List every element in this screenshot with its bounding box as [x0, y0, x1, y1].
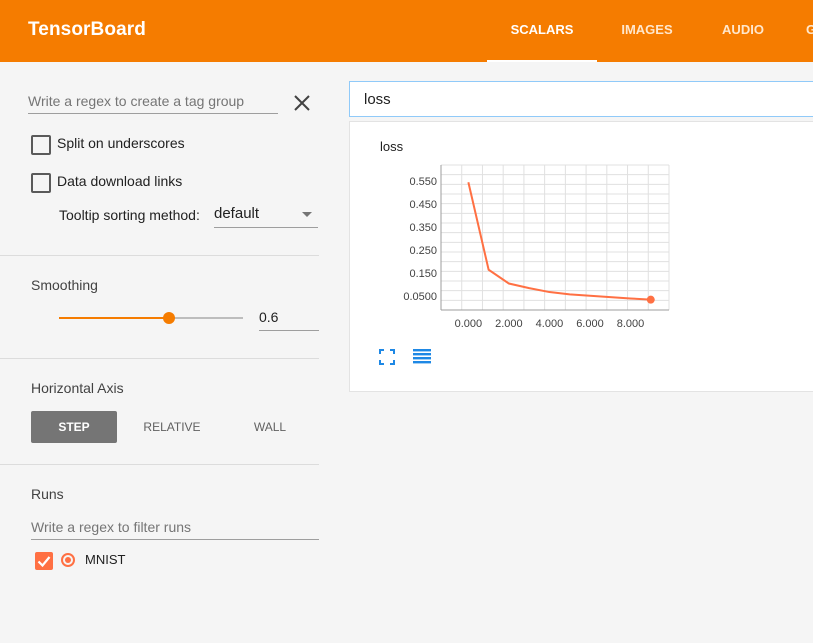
- divider: [0, 358, 319, 359]
- y-tick-label: 0.0500: [403, 291, 437, 303]
- tag-filter-value: loss: [364, 91, 391, 108]
- y-tick-label: 0.550: [409, 176, 437, 188]
- tooltip-sorting-label: Tooltip sorting method:: [59, 207, 200, 223]
- check-icon: [37, 556, 51, 568]
- smoothing-slider-fill: [59, 317, 170, 319]
- scalar-chart-card: loss 0.0500 0.150 0.250 0.350 0.450 0.550 0.00…: [349, 121, 813, 392]
- smoothing-title: Smoothing: [31, 277, 98, 293]
- axis-step-button[interactable]: STEP: [31, 411, 117, 443]
- runs-filter-input[interactable]: [31, 515, 319, 540]
- tab-audio-label: AUDIO: [722, 22, 764, 37]
- tab-scalars[interactable]: SCALARS: [487, 0, 597, 62]
- top-bar: TensorBoard SCALARS IMAGES AUDIO G: [0, 0, 813, 62]
- divider: [0, 464, 319, 465]
- tab-scalars-label: SCALARS: [510, 22, 574, 37]
- run-mnist-label: MNIST: [85, 552, 126, 567]
- tab-graphs[interactable]: G: [806, 0, 813, 62]
- tag-filter-input[interactable]: loss: [349, 81, 813, 117]
- loss-chart: 0.0500 0.150 0.250 0.350 0.450 0.550 0.000 2.00…: [403, 164, 670, 330]
- data-point: [646, 295, 655, 304]
- y-tick-label: 0.150: [409, 268, 437, 280]
- series-line-mnist: [467, 182, 651, 301]
- runs-title: Runs: [31, 486, 64, 502]
- run-mnist-color-radio[interactable]: [61, 553, 75, 567]
- close-icon[interactable]: [292, 93, 312, 113]
- smoothing-slider[interactable]: [59, 312, 243, 324]
- y-tick-label: 0.250: [409, 245, 437, 257]
- smoothing-value: 0.6: [259, 309, 279, 325]
- horizontal-axis-title: Horizontal Axis: [31, 380, 124, 396]
- smoothing-value-input[interactable]: 0.6: [259, 308, 319, 331]
- x-tick-label: 6.000: [576, 318, 604, 330]
- x-tick-label: 8.000: [617, 318, 645, 330]
- chevron-down-icon: [302, 212, 312, 217]
- tab-images-label: IMAGES: [621, 22, 673, 37]
- split-underscores-checkbox[interactable]: [31, 135, 51, 155]
- split-underscores-label: Split on underscores: [57, 135, 185, 151]
- x-tick-label: 4.000: [536, 318, 564, 330]
- fullscreen-icon[interactable]: [379, 349, 395, 365]
- smoothing-slider-thumb[interactable]: [163, 312, 176, 324]
- x-tick-label: 2.000: [495, 318, 523, 330]
- axis-wall-button[interactable]: WALL: [227, 411, 313, 443]
- tooltip-sorting-value: default: [214, 205, 260, 222]
- y-tick-label: 0.450: [409, 199, 437, 211]
- axis-relative-button[interactable]: RELATIVE: [129, 411, 215, 443]
- radio-dot: [65, 557, 71, 563]
- data-download-label: Data download links: [57, 173, 183, 189]
- x-tick-label: 0.000: [455, 318, 483, 330]
- divider: [0, 255, 319, 256]
- tab-images[interactable]: IMAGES: [597, 0, 697, 62]
- data-download-checkbox[interactable]: [31, 173, 51, 193]
- sidebar: Split on underscores Data download links…: [0, 62, 319, 643]
- list-icon[interactable]: [412, 348, 432, 364]
- run-mnist-checkbox[interactable]: [35, 552, 53, 570]
- tag-group-regex-input[interactable]: [28, 89, 278, 114]
- app-title: TensorBoard: [28, 19, 146, 40]
- tooltip-sorting-select[interactable]: default: [214, 203, 318, 228]
- active-tab-indicator: [487, 60, 597, 62]
- tab-audio[interactable]: AUDIO: [697, 0, 789, 62]
- y-tick-label: 0.350: [409, 222, 437, 234]
